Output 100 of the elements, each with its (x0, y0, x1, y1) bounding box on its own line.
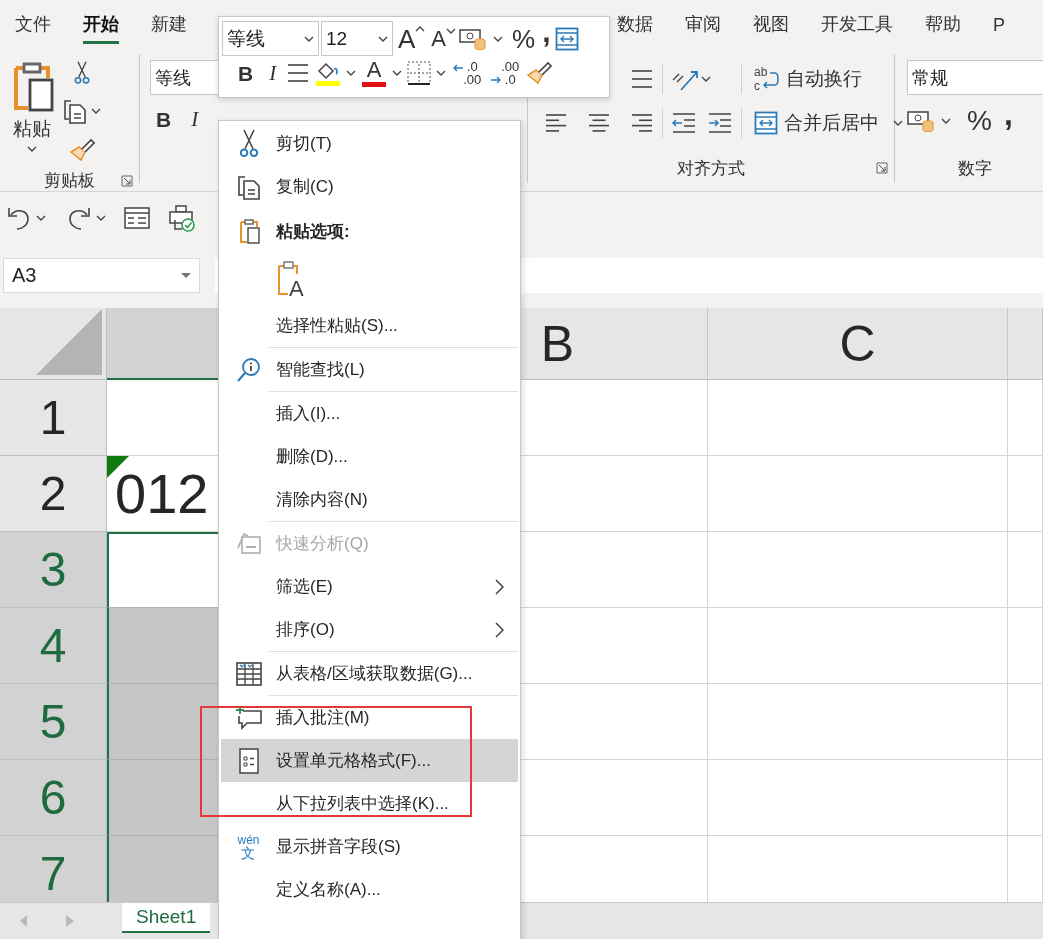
row-header[interactable]: 7 (0, 836, 107, 902)
italic-button[interactable]: I (185, 109, 205, 130)
grid-cell[interactable] (1008, 684, 1043, 760)
caret-icon (446, 27, 457, 34)
align-left-icon[interactable] (544, 112, 568, 134)
clipboard-icon (237, 218, 260, 244)
cell-reference: A3 (12, 264, 37, 287)
grid-cell[interactable] (1008, 380, 1043, 456)
name-box[interactable]: A3 (3, 258, 200, 293)
comma-button[interactable]: , (538, 16, 555, 47)
table-icon (235, 661, 262, 686)
ribbon-tab[interactable]: 数据 (617, 6, 653, 44)
italic-button[interactable]: I (263, 62, 283, 84)
menu-item[interactable]: wén 文 显示拼音字段(S) (221, 825, 518, 868)
ribbon-tab[interactable]: 帮助 (925, 6, 961, 44)
row-header[interactable]: 6 (0, 760, 107, 836)
row-header[interactable]: 5 (0, 684, 107, 760)
menu-item[interactable]: 从下拉列表中选择(K)... (221, 782, 518, 825)
menu-heading: 粘贴选项: (221, 208, 518, 254)
caret-icon (378, 35, 388, 42)
ribbon-tab[interactable]: P (993, 9, 1005, 44)
group-label: 数字 (958, 157, 992, 180)
menu-item[interactable]: 插入(I)... (221, 392, 518, 435)
decrease-indent-icon[interactable] (671, 112, 697, 134)
menu-item[interactable]: 排序(O) (221, 608, 518, 651)
increase-decimal-button[interactable]: .0 .00 (450, 60, 485, 86)
grid-cell[interactable] (708, 684, 1008, 760)
scroll-left-icon[interactable] (20, 915, 28, 927)
grid-cell[interactable] (1008, 456, 1043, 532)
bold-button[interactable]: B (150, 109, 178, 130)
format-cells-icon (238, 747, 259, 774)
menu-item[interactable]: 筛选(E) (221, 565, 518, 608)
menu-item[interactable]: 剪切(T) (221, 122, 518, 165)
borders-icon[interactable] (406, 60, 433, 86)
column-header[interactable]: C (708, 308, 1008, 380)
wrap-text-button[interactable]: ab c 自动换行 (750, 65, 866, 93)
currency-icon (907, 109, 935, 133)
form-icon[interactable] (124, 206, 150, 229)
font-color-button[interactable]: A (360, 59, 389, 87)
merge-icon (554, 26, 579, 51)
merge-icon (754, 111, 778, 135)
menu-item[interactable]: 定义名称(A)... (221, 868, 518, 911)
ribbon-tab[interactable]: 开发工具 (821, 6, 893, 44)
column-header[interactable] (1008, 308, 1043, 380)
shrink-font-button[interactable]: A (428, 27, 460, 50)
row-header[interactable]: 1 (0, 380, 107, 456)
ribbon-tab[interactable]: 视图 (753, 6, 789, 44)
grid-cell[interactable] (708, 608, 1008, 684)
grid-cell[interactable] (1008, 608, 1043, 684)
align-bottom-icon[interactable] (630, 68, 654, 90)
number-format-field[interactable]: 常规 (907, 60, 1043, 95)
paste-button[interactable]: 粘贴 (10, 60, 54, 170)
sheet-tab[interactable]: Sheet1 (122, 903, 211, 933)
increase-indent-icon[interactable] (707, 112, 733, 134)
align-center-icon[interactable] (286, 62, 311, 84)
launcher-icon[interactable] (121, 174, 133, 187)
percent-button[interactable]: % (961, 107, 998, 135)
caret-icon (96, 214, 106, 221)
bold-button[interactable]: B (232, 62, 260, 84)
caret-icon (415, 25, 426, 32)
align-right-icon[interactable] (630, 112, 654, 134)
row-header[interactable]: 4 (0, 608, 107, 684)
align-center-icon[interactable] (587, 112, 611, 134)
ribbon-tab[interactable]: 开始 (83, 6, 119, 44)
menu-item[interactable]: 设置单元格格式(F)... (221, 739, 518, 782)
caret-icon (701, 76, 711, 82)
menu-item[interactable]: 复制(C) (221, 165, 518, 208)
arrow-icon (491, 76, 502, 84)
row-header[interactable]: 3 (0, 532, 107, 608)
menu-item[interactable]: 从表格/区域获取数据(G)... (221, 652, 518, 695)
grid-cell[interactable] (708, 456, 1008, 532)
percent-button[interactable]: % (509, 25, 539, 52)
grid-cell[interactable] (708, 760, 1008, 836)
menu-item[interactable]: 删除(D)... (221, 435, 518, 478)
menu-item[interactable]: 清除内容(N) (221, 478, 518, 521)
scroll-right-icon[interactable] (66, 915, 74, 927)
font-size-field[interactable]: 12 (321, 21, 393, 56)
ribbon-tab[interactable]: 文件 (15, 6, 51, 44)
group-label: 剪贴板 (44, 170, 95, 193)
merge-center-button[interactable]: 合并后居中 (750, 110, 883, 136)
font-name-field[interactable]: 等线 (222, 21, 319, 56)
copy-icon (62, 98, 87, 125)
grid-cell[interactable] (1008, 760, 1043, 836)
comma-button[interactable]: , (997, 98, 1019, 130)
grid-cell[interactable] (708, 532, 1008, 608)
dropdown-icon[interactable] (181, 272, 191, 279)
ribbon-tab[interactable]: 审阅 (685, 6, 721, 44)
phonetic-icon: wén 文 (237, 833, 260, 860)
grid-cell[interactable] (1008, 532, 1043, 608)
brush-icon (68, 138, 95, 163)
grid-cell[interactable] (708, 380, 1008, 456)
select-all-icon[interactable] (36, 309, 102, 375)
ribbon-tab[interactable]: 新建 (151, 6, 187, 44)
menu-item[interactable]: 插入批注(M) (221, 696, 518, 739)
decrease-decimal-button[interactable]: .00 .0 (488, 60, 523, 86)
row-header[interactable]: 2 (0, 456, 107, 532)
grow-font-button[interactable]: A (395, 25, 429, 52)
launcher-icon[interactable] (876, 162, 888, 174)
caret-icon (493, 35, 504, 42)
printer-check-icon[interactable] (168, 203, 196, 232)
